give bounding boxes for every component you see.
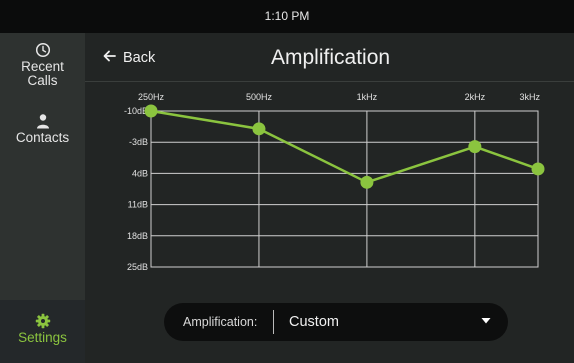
y-tick-label: 4dB <box>132 168 148 178</box>
sidebar: Recent Calls Contacts Settings <box>0 33 85 363</box>
y-tick-label: 25dB <box>127 262 148 272</box>
clock-icon <box>35 42 50 58</box>
sidebar-item-label: Calls <box>27 73 58 88</box>
y-tick-label: -3dB <box>129 137 148 147</box>
data-point <box>252 122 266 136</box>
status-bar: 1:10 PM <box>0 0 574 33</box>
x-tick-label: 3kHz <box>519 92 540 102</box>
main-panel: Back Amplification -10dB -3dB 4dB 11dB 18dB 2… <box>85 33 574 363</box>
x-tick-label: 500Hz <box>246 92 273 102</box>
data-point <box>144 104 158 118</box>
dropdown-label: Amplification: <box>183 315 258 329</box>
chevron-down-icon <box>481 318 491 324</box>
sidebar-item-label: Settings <box>18 330 67 345</box>
y-tick-label: -10dB <box>124 106 148 116</box>
data-point <box>360 175 374 189</box>
sidebar-item-recent-calls[interactable]: Recent Calls <box>0 42 85 88</box>
sidebar-item-contacts[interactable]: Contacts <box>0 113 85 145</box>
sidebar-item-label: Contacts <box>15 130 70 145</box>
y-tick-label: 11dB <box>128 200 148 210</box>
chart-frame <box>150 110 539 268</box>
dropdown-divider <box>273 310 274 334</box>
status-time: 1:10 PM <box>264 9 310 23</box>
y-tick-label: 18dB <box>127 231 148 241</box>
x-tick-label: 250Hz <box>138 92 165 102</box>
gear-icon <box>35 313 50 329</box>
x-tick-label: 1kHz <box>357 92 378 102</box>
sidebar-item-label: Recent <box>21 59 64 74</box>
data-point <box>531 162 545 176</box>
person-icon <box>36 114 49 129</box>
dropdown-value: Custom <box>289 314 339 330</box>
x-tick-label: 2kHz <box>465 92 486 102</box>
sidebar-item-settings[interactable]: Settings <box>0 313 85 345</box>
amplification-dropdown[interactable]: Amplification: Custom <box>164 303 508 341</box>
data-point <box>468 140 482 154</box>
